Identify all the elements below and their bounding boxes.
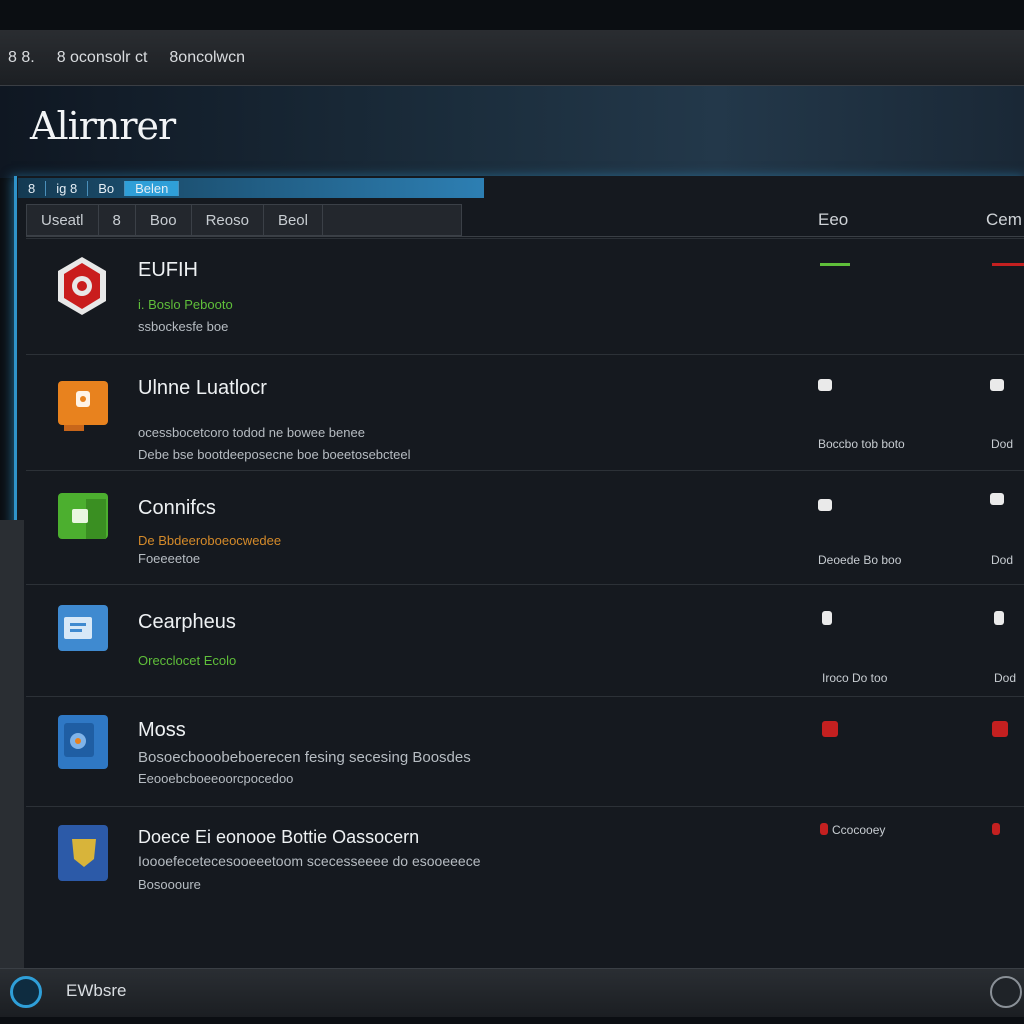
status-bar-green xyxy=(820,263,850,266)
status-text: EWbsre xyxy=(66,981,127,1000)
list-item[interactable]: Ulnne Luatlocr ocessbocetcoro todod ne b… xyxy=(26,354,1024,471)
menu-item-2[interactable]: 8 oconsolr ct xyxy=(51,49,154,67)
status-dot xyxy=(990,379,1004,391)
status-bar-red xyxy=(992,263,1024,266)
item-line-1: Orecclocet Ecolo xyxy=(138,653,237,668)
header-divider xyxy=(26,236,1024,237)
item-title: Doece Ei eonooe Bottie Oassocern xyxy=(138,827,420,847)
item-line-1: i. Boslo Pebooto xyxy=(138,297,233,312)
folder-app-icon xyxy=(58,493,108,539)
item-stat-a: Deoede Bo boo xyxy=(818,553,902,567)
item-stat-a: Ccocooey xyxy=(832,823,886,837)
item-line-2: Bosoooure xyxy=(138,877,201,892)
item-stat-b: Dod xyxy=(991,437,1014,451)
item-line-2: Foeeeetoe xyxy=(138,551,201,566)
toolbar: Useatl 8 Boo Reoso Beol xyxy=(26,204,462,236)
item-title: Cearpheus xyxy=(138,611,236,633)
status-dot-red xyxy=(992,823,1000,835)
top-tab-active[interactable]: Belen xyxy=(125,180,180,196)
status-dot-red xyxy=(820,823,828,835)
menu-item-1[interactable]: 8 8. xyxy=(2,49,41,67)
item-stat-b: Dod xyxy=(991,553,1014,567)
folder-document-icon xyxy=(58,605,108,651)
app-title: Alirnrer xyxy=(30,104,176,148)
item-line-1: ocessbocetcoro todod ne bowee benee xyxy=(138,425,365,440)
menu-item-3[interactable]: 8oncolwcn xyxy=(163,49,251,67)
toolbar-tab-3[interactable]: Boo xyxy=(136,205,192,235)
item-line-2: Debe bse bootdeeposecne boe boeetosebcte… xyxy=(138,447,411,462)
item-line-1: De Bbdeeroboeocwedee xyxy=(138,533,282,548)
status-dot xyxy=(990,493,1004,505)
item-stat-a: Iroco Do too xyxy=(822,671,888,685)
item-line-2: ssbockesfe boe xyxy=(138,319,229,334)
status-dot xyxy=(818,499,832,511)
start-orb-icon[interactable] xyxy=(10,976,42,1008)
status-dot-red xyxy=(992,721,1008,737)
toolbar-tab-5[interactable]: Beol xyxy=(264,205,323,235)
top-tab-2[interactable]: ig 8 xyxy=(46,180,89,196)
item-stat-b: Dod xyxy=(994,671,1017,685)
menu-bar: 8 8. 8 oconsolr ct 8oncolwcn xyxy=(0,30,1024,86)
status-dot xyxy=(818,379,832,391)
list-item[interactable]: Cearpheus Orecclocet Ecolo Iroco Do too … xyxy=(26,584,1024,697)
column-header-1[interactable]: Eeo xyxy=(818,210,848,230)
disk-utility-icon xyxy=(58,715,108,769)
list-item[interactable]: Connifcs De Bbdeeroboeocwedee Foeeeetoe … xyxy=(26,470,1024,585)
item-stat-a: Boccbo tob boto xyxy=(818,437,905,451)
list-item[interactable]: Doece Ei eonooe Bottie Oassocern Ioooefe… xyxy=(26,806,1024,967)
list-item[interactable]: Moss Bosoecbooobeboerecen fesing secesin… xyxy=(26,696,1024,807)
item-line-1: Ioooefecetecesooeeetoom scecesseeee do e… xyxy=(138,853,481,869)
item-title: Connifcs xyxy=(138,497,216,519)
top-tab-1[interactable]: 8 xyxy=(18,180,47,196)
top-tab-3[interactable]: Bo xyxy=(88,180,126,196)
shield-folder-icon xyxy=(58,825,108,881)
power-icon[interactable] xyxy=(990,976,1022,1008)
list-item[interactable]: EUFIH i. Boslo Pebooto ssbockesfe boe xyxy=(26,238,1024,355)
status-dot xyxy=(822,611,832,625)
item-title: Ulnne Luatlocr xyxy=(138,377,267,399)
folder-lock-icon xyxy=(58,381,108,431)
toolbar-tab-4[interactable]: Reoso xyxy=(192,205,264,235)
status-dot-red xyxy=(822,721,838,737)
toolbar-tab-2[interactable]: 8 xyxy=(99,205,136,235)
left-sidebar xyxy=(0,520,24,968)
item-title: Moss xyxy=(138,719,186,741)
shield-alert-icon xyxy=(58,257,106,315)
column-header-2[interactable]: Cem xyxy=(986,210,1022,230)
toolbar-tab-1[interactable]: Useatl xyxy=(27,205,99,235)
item-line-1: Bosoecbooobeboerecen fesing secesing Boo… xyxy=(138,749,471,766)
item-title: EUFIH xyxy=(138,259,198,281)
status-dot xyxy=(994,611,1004,625)
status-bar xyxy=(0,968,1024,1017)
top-tab-strip: 8 ig 8 Bo Belen xyxy=(18,178,484,198)
item-line-2: Eeooebcboeeoorcpocedoo xyxy=(138,771,294,786)
